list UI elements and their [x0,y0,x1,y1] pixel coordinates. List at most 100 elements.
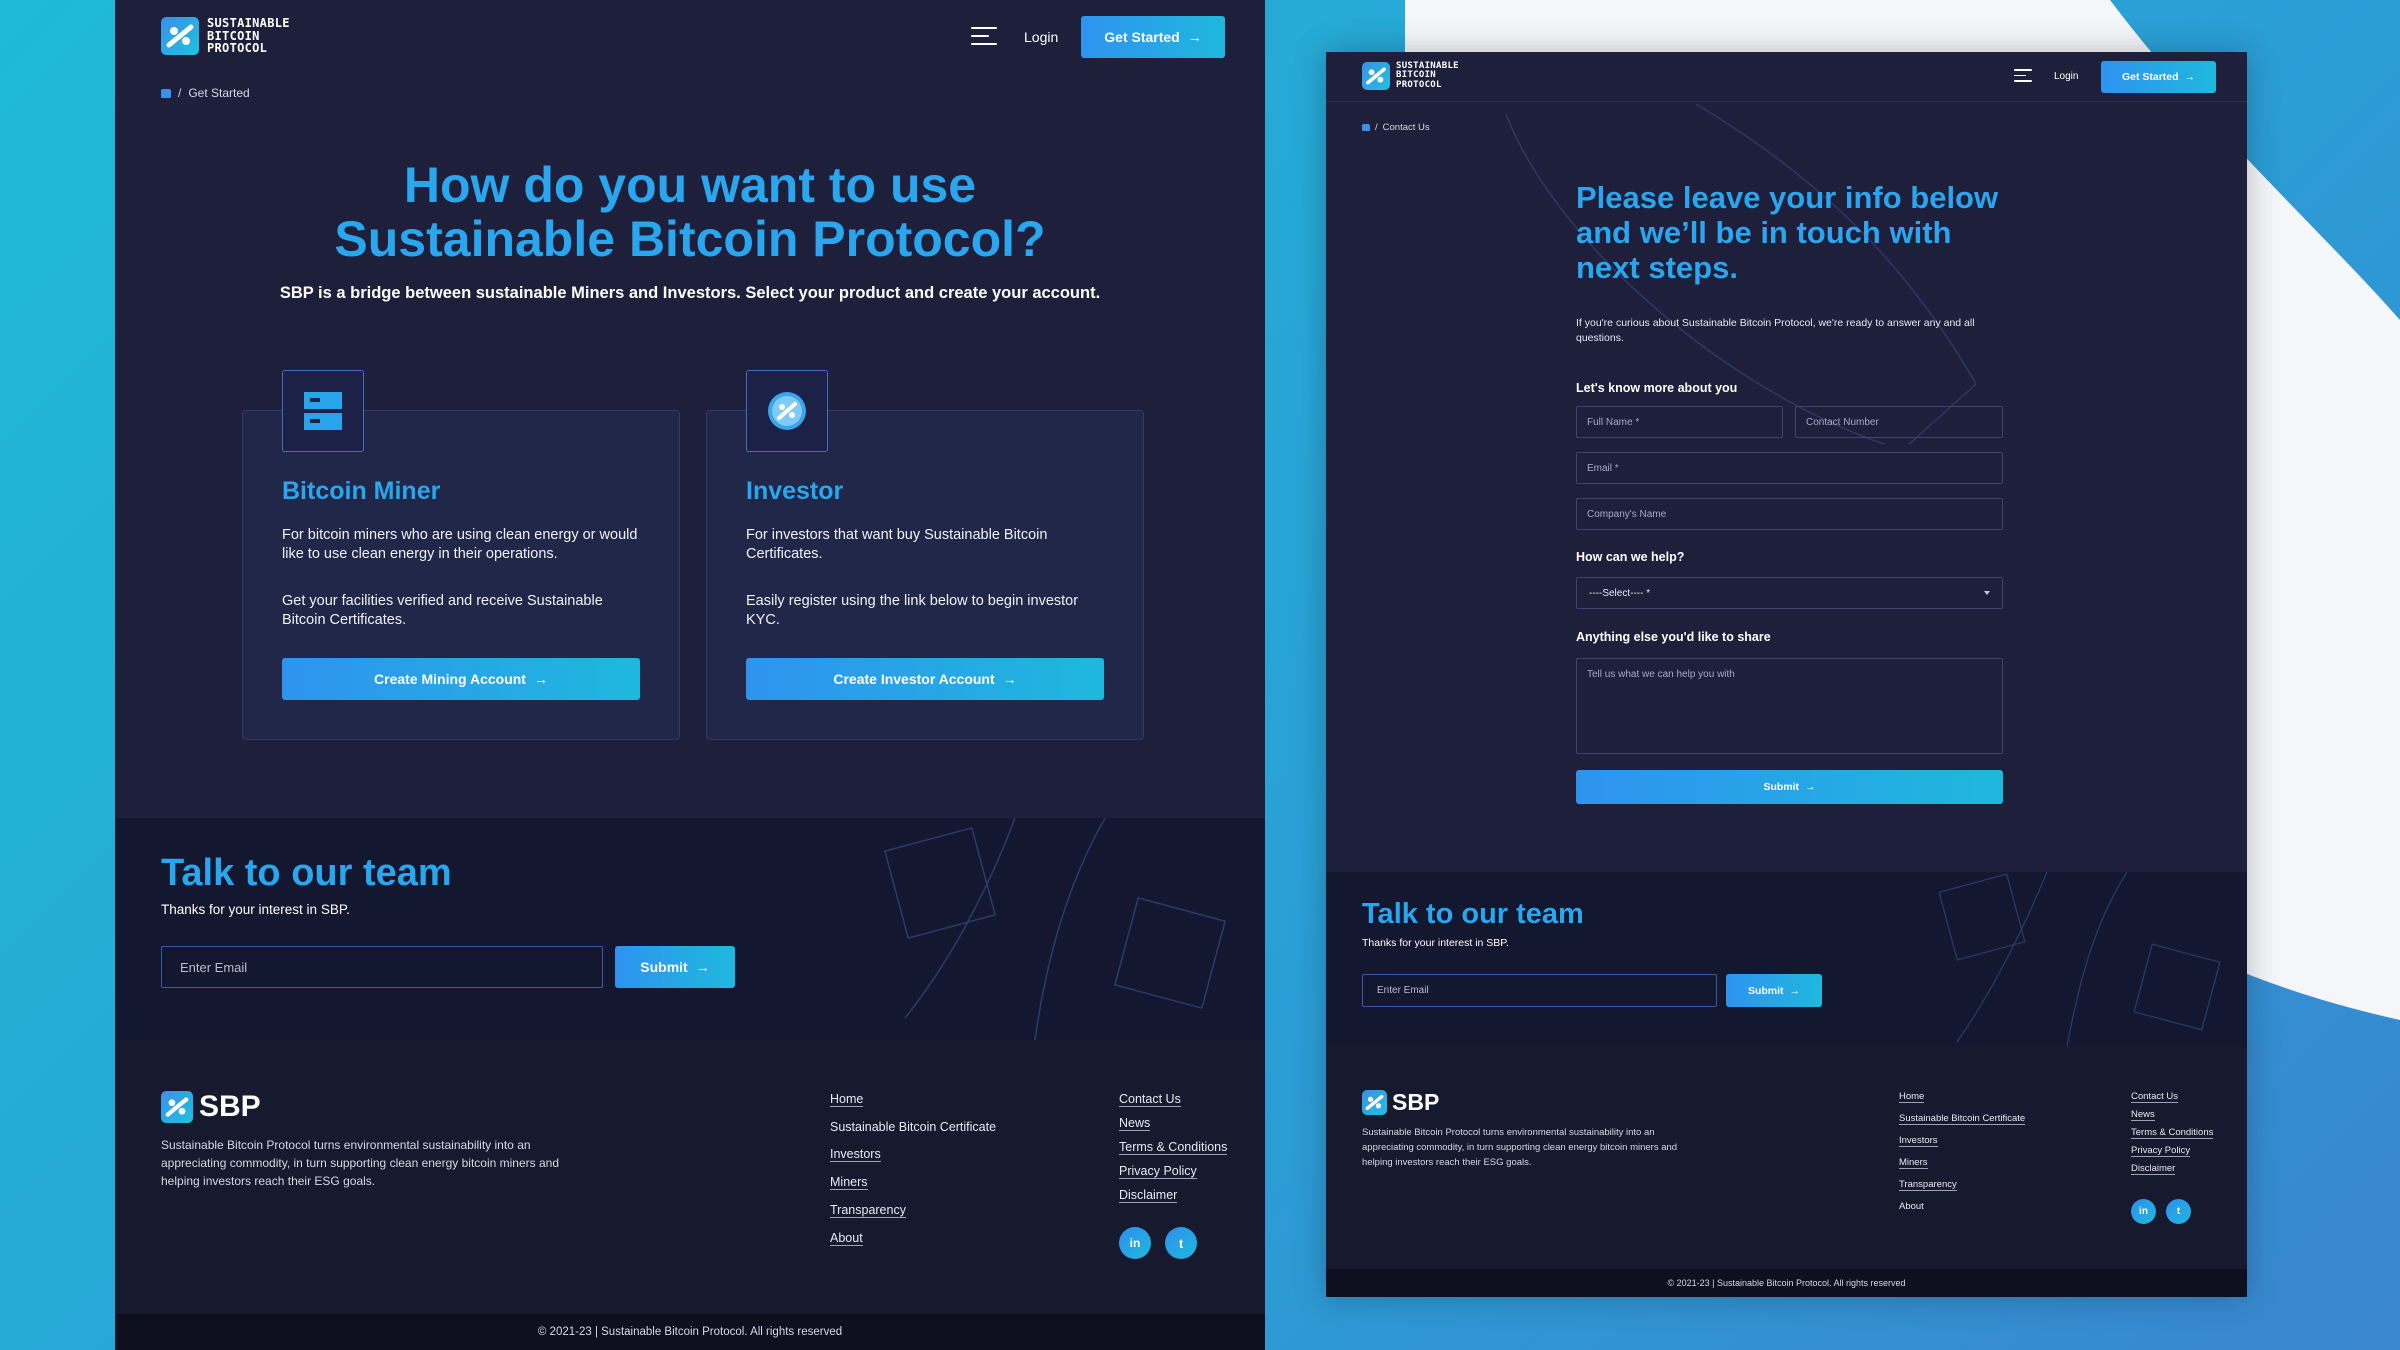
footer-description: Sustainable Bitcoin Protocol turns envir… [1362,1127,1678,1168]
newsletter-submit-button[interactable]: Submit → [615,946,735,988]
footer-link-terms[interactable]: Terms & Conditions [2131,1127,2214,1139]
footer-link-news[interactable]: News [1119,1116,1151,1131]
sbp-logo[interactable]: SUSTAINABLE BITCOIN PROTOCOL [1362,61,1459,91]
form-title: Please leave your info below and we’ll b… [1576,180,1999,285]
create-investor-account-button[interactable]: Create Investor Account → [746,658,1104,700]
breadcrumb: / Get Started [161,86,250,100]
breadcrumb-separator: / [178,86,182,100]
copyright-bar: © 2021-23 | Sustainable Bitcoin Protocol… [115,1314,1265,1350]
select-value: ----Select---- * [1589,587,1651,599]
login-link[interactable]: Login [1024,29,1058,45]
talk-title: Talk to our team [161,852,452,894]
full-name-input[interactable] [1576,406,1783,438]
footer-link-contact[interactable]: Contact Us [2131,1091,2178,1103]
decorative-line-art [1938,872,2221,1047]
footer-link-transparency[interactable]: Transparency [830,1203,906,1218]
sbp-logo-icon [161,17,199,55]
footer-logo-wordmark: SBP [199,1090,261,1123]
email-input[interactable] [1576,452,2003,484]
footer-link-news[interactable]: News [2131,1109,2155,1121]
talk-title: Talk to our team [1362,898,1584,930]
get-started-button[interactable]: Get Started → [1081,16,1225,58]
home-icon[interactable] [161,88,171,98]
footer-link-miners[interactable]: Miners [1899,1157,1928,1169]
footer-link-investors[interactable]: Investors [1899,1135,1938,1147]
twitter-icon[interactable]: t [2166,1199,2191,1224]
site-footer: SBP Sustainable Bitcoin Protocol turns e… [115,1040,1265,1350]
hamburger-menu-icon[interactable] [971,27,997,45]
footer-link-miners[interactable]: Miners [830,1175,868,1190]
breadcrumb-current: Get Started [188,86,250,100]
linkedin-icon[interactable]: in [2131,1199,2156,1224]
arrow-right-icon: → [1002,671,1017,687]
breadcrumb: / Contact Us [1362,122,1430,133]
newsletter-submit-button[interactable]: Submit → [1726,974,1822,1007]
footer-link-home[interactable]: Home [1899,1091,1925,1103]
logo-wordmark: SUSTAINABLE BITCOIN PROTOCOL [1396,61,1459,90]
twitter-icon[interactable]: t [1165,1227,1197,1259]
social-links: in t [2131,1199,2191,1224]
arrow-right-icon: → [1187,29,1202,45]
section-label-about-you: Let's know more about you [1576,381,1738,395]
page-subtitle: SBP is a bridge between sustainable Mine… [279,284,1101,302]
form-submit-button[interactable]: Submit → [1576,770,2003,804]
login-link[interactable]: Login [2054,71,2078,82]
footer-sbp-logo[interactable]: SBP [1362,1089,1439,1116]
footer-links-col1: Home Sustainable Bitcoin Certificate Inv… [830,1092,996,1246]
arrow-right-icon: → [533,671,548,687]
footer-link-privacy[interactable]: Privacy Policy [2131,1145,2191,1157]
hamburger-menu-icon[interactable] [2014,69,2032,82]
submit-label: Submit [640,959,688,975]
footer-link-certificate[interactable]: Sustainable Bitcoin Certificate [830,1120,996,1134]
decorative-line-art [883,818,1227,1040]
copyright-bar: © 2021-23 | Sustainable Bitcoin Protocol… [1326,1269,2247,1297]
breadcrumb-separator: / [1375,122,1378,133]
card-text-miner-1: For bitcoin miners who are using clean e… [282,527,638,562]
top-nav: SUSTAINABLE BITCOIN PROTOCOL Login Get S… [115,0,1265,76]
home-icon[interactable] [1362,124,1370,131]
help-topic-select[interactable]: ----Select---- * [1576,577,2003,609]
footer-link-terms[interactable]: Terms & Conditions [1119,1140,1228,1155]
footer-logo-wordmark: SBP [1392,1089,1440,1115]
footer-link-home[interactable]: Home [830,1092,864,1107]
get-started-label: Get Started [1104,29,1180,45]
footer-link-disclaimer[interactable]: Disclaimer [1119,1188,1178,1203]
sbp-coin-icon [768,392,806,430]
card-title-miner: Bitcoin Miner [282,477,441,505]
get-started-button[interactable]: Get Started → [2101,61,2216,93]
newsletter-email-input[interactable] [1362,974,1717,1007]
sbp-logo[interactable]: SUSTAINABLE BITCOIN PROTOCOL [161,17,290,55]
create-mining-account-button[interactable]: Create Mining Account → [282,658,640,700]
footer-link-transparency[interactable]: Transparency [1899,1179,1957,1191]
contact-number-input[interactable] [1795,406,2003,438]
footer-link-about[interactable]: About [1899,1201,1924,1212]
section-label-how-help: How can we help? [1576,550,1685,564]
social-links: in t [1119,1227,1197,1259]
footer-link-disclaimer[interactable]: Disclaimer [2131,1163,2176,1175]
talk-subtitle: Thanks for your interest in SBP. [1362,937,1509,949]
chevron-down-icon [1984,591,1990,595]
server-icon-box [282,370,364,452]
footer-link-investors[interactable]: Investors [830,1147,881,1162]
footer-sbp-logo[interactable]: SBP [161,1090,261,1124]
create-mining-label: Create Mining Account [374,671,526,687]
footer-link-privacy[interactable]: Privacy Policy [1119,1164,1197,1179]
server-icon [304,392,342,430]
submit-label: Submit [1763,781,1800,793]
footer-links-col2: Contact Us News Terms & Conditions Priva… [2131,1091,2214,1175]
breadcrumb-current: Contact Us [1382,122,1430,133]
footer-link-certificate[interactable]: Sustainable Bitcoin Certificate [1899,1113,2026,1125]
message-textarea[interactable] [1576,658,2003,754]
form-intro: If you're curious about Sustainable Bitc… [1576,317,1975,344]
company-name-input[interactable] [1576,498,2003,530]
linkedin-icon[interactable]: in [1119,1227,1151,1259]
submit-label: Submit [1747,984,1784,997]
newsletter-email-input[interactable] [161,946,603,988]
arrow-right-icon: → [1805,781,1816,793]
card-title-investor: Investor [746,477,844,505]
logo-wordmark: SUSTAINABLE BITCOIN PROTOCOL [207,16,290,56]
card-text-miner-2: Get your facilities verified and receive… [282,593,603,628]
sbp-coin-icon-box [746,370,828,452]
footer-link-about[interactable]: About [830,1231,863,1246]
footer-link-contact[interactable]: Contact Us [1119,1092,1181,1107]
